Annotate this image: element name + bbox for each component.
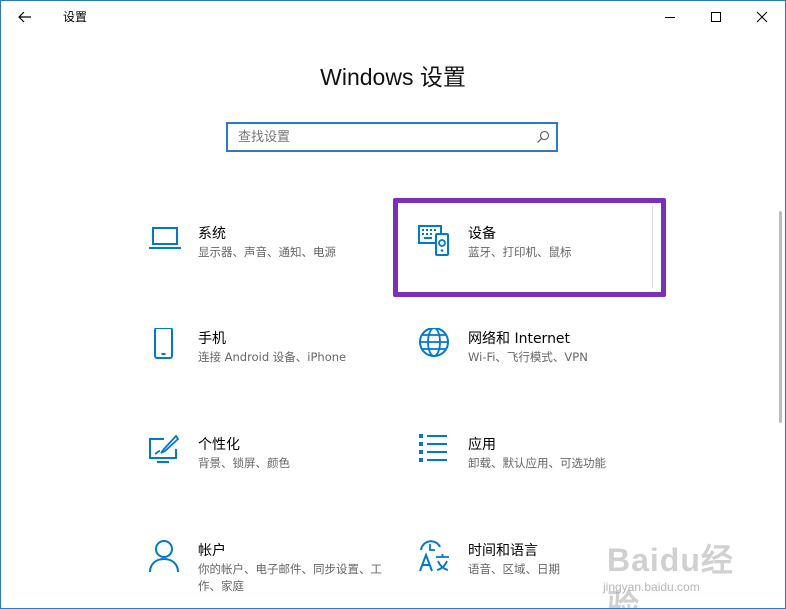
watermark-url: jingyan.baidu.com	[603, 580, 700, 594]
baidu-watermark: Baidu经验 jingyan.baidu.com	[601, 535, 751, 608]
tile-personalization[interactable]: 个性化 背景、锁屏、颜色	[148, 434, 378, 498]
annotation-highlight-box	[393, 198, 666, 297]
paint-icon	[149, 434, 180, 463]
watermark-brand: Baidu经验	[607, 542, 734, 609]
tile-system[interactable]: 系统 显示器、声音、通知、电源	[148, 223, 378, 287]
tile-description: 你的帐户、电子邮件、同步设置、工作、家庭	[198, 562, 382, 593]
tile-description: 显示器、声音、通知、电源	[198, 245, 336, 259]
close-button[interactable]	[739, 1, 785, 33]
tile-description: 连接 Android 设备、iPhone	[198, 350, 347, 364]
tile-title: 手机	[198, 331, 226, 347]
globe-icon	[419, 328, 449, 357]
apps-list-icon	[419, 434, 447, 462]
tile-network[interactable]: 网络和 Internet Wi-Fi、飞行模式、VPN	[418, 328, 648, 392]
window-title: 设置	[63, 10, 88, 24]
close-icon	[756, 11, 768, 23]
tile-description: 背景、锁屏、颜色	[198, 456, 290, 470]
search-box[interactable]	[226, 122, 558, 152]
tile-title: 个性化	[198, 437, 240, 453]
title-bar: 设置	[1, 1, 785, 33]
page-title: Windows 设置	[320, 64, 466, 90]
tile-phone[interactable]: 手机 连接 Android 设备、iPhone	[148, 328, 378, 392]
back-button[interactable]	[11, 6, 39, 28]
person-icon	[149, 540, 179, 573]
tile-title: 网络和 Internet	[468, 331, 571, 347]
settings-window: 设置 Windows 设置 系统 显示器、声音、通知、电源	[0, 0, 786, 609]
tile-description: 卸载、默认应用、可选功能	[468, 456, 606, 470]
tile-description: Wi-Fi、飞行模式、VPN	[468, 350, 588, 364]
maximize-icon	[711, 12, 721, 22]
minimize-icon	[665, 17, 675, 18]
tile-title: 时间和语言	[468, 543, 538, 559]
tile-title: 帐户	[198, 543, 226, 559]
back-arrow-icon	[18, 11, 31, 23]
laptop-icon	[149, 227, 181, 249]
phone-icon	[154, 328, 173, 359]
minimize-button[interactable]	[647, 1, 693, 33]
tile-title: 系统	[198, 226, 226, 242]
tile-apps[interactable]: 应用 卸载、默认应用、可选功能	[418, 434, 648, 498]
time-language-icon	[419, 540, 449, 572]
search-input[interactable]	[228, 124, 538, 150]
scrollbar[interactable]	[779, 211, 782, 423]
search-icon[interactable]	[536, 130, 550, 144]
tile-accounts[interactable]: 帐户 你的帐户、电子邮件、同步设置、工作、家庭	[148, 540, 382, 604]
tile-title: 应用	[468, 437, 496, 453]
maximize-button[interactable]	[693, 1, 739, 33]
